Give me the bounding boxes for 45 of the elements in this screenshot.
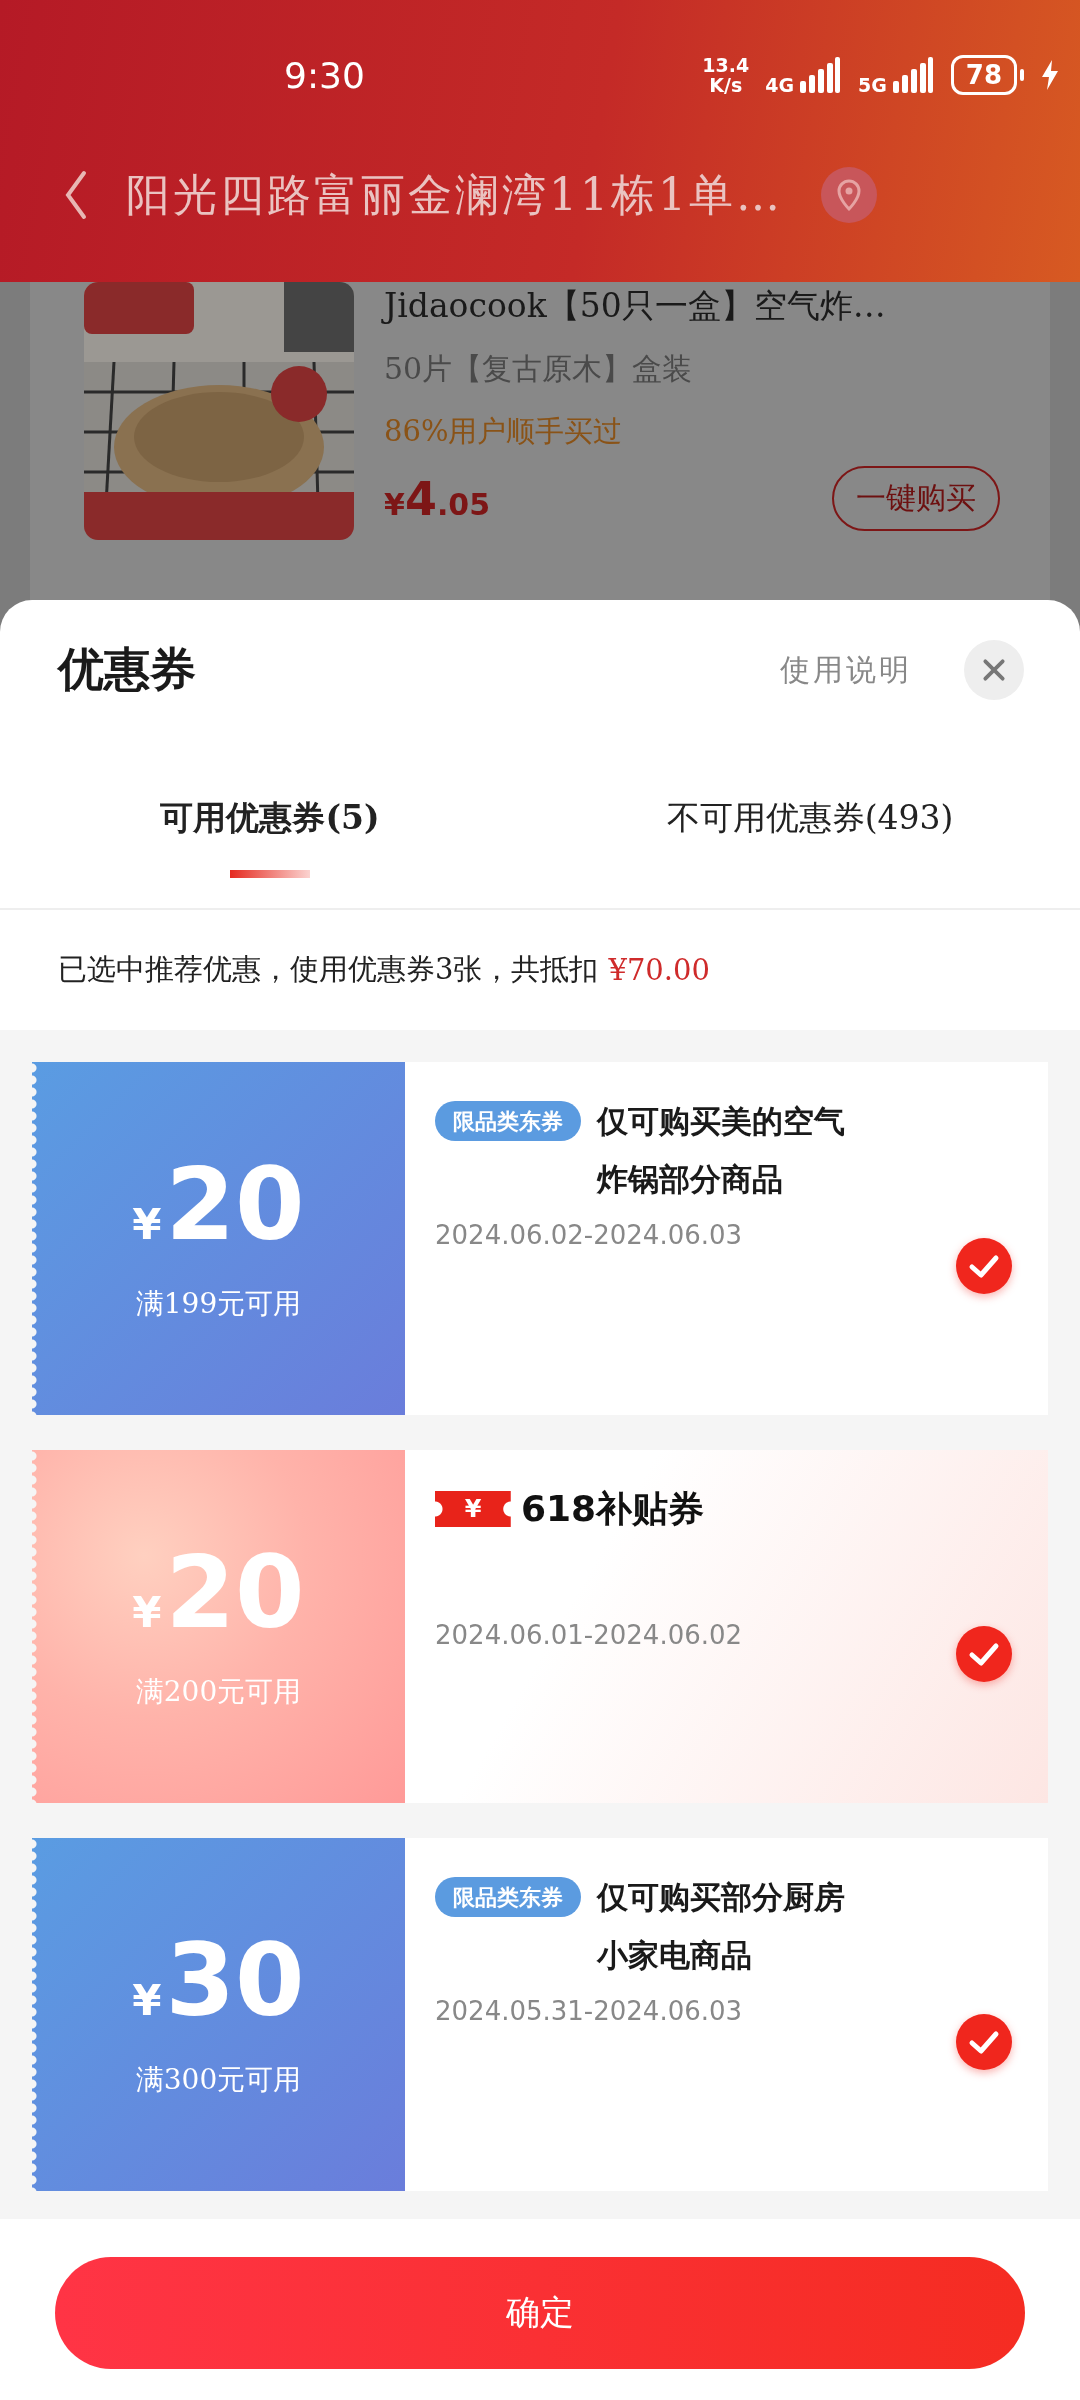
network-speed-unit: K/s	[709, 75, 743, 95]
coupon-card[interactable]: 限品类东券 仅可购买美的空气炸锅部分商品 2024.06.02-2024.06.03	[405, 1062, 1048, 1415]
charging-icon	[1042, 60, 1058, 90]
coupon-validity: 2024.06.01-2024.06.02	[435, 1620, 744, 1650]
confirm-button[interactable]: 确定	[55, 2257, 1025, 2369]
coupon-tag: 限品类东券	[435, 1101, 581, 1141]
coupon-card[interactable]: 限品类东券 仅可购买部分厨房小家电商品 2024.05.31-2024.06.03	[405, 1838, 1048, 2191]
coupon-value: ¥20	[132, 1154, 305, 1255]
status-time: 9:30	[284, 54, 365, 96]
signal-icon	[892, 57, 933, 93]
close-icon	[981, 657, 1007, 683]
battery-indicator: 78	[950, 55, 1017, 95]
signal-icon	[800, 57, 840, 93]
coupon-condition: 满199元可用	[135, 1285, 302, 1322]
product-price: ¥4.05	[384, 471, 491, 526]
delivery-address[interactable]: 阳光四路富丽金澜湾11栋1单…	[126, 165, 783, 225]
checked-icon[interactable]	[956, 1626, 1012, 1682]
coupon-value: ¥30	[132, 1930, 305, 2031]
product-variant: 50片【复古原木】盒装	[384, 350, 694, 388]
coupon-description: 仅可购买部分厨房小家电商品	[597, 1878, 846, 1975]
coupon-card[interactable]: ¥ 618补贴券 2024.06.01-2024.06.02	[405, 1450, 1048, 1803]
coupon-condition: 满300元可用	[135, 2061, 302, 2098]
sheet-title: 优惠券	[58, 641, 196, 698]
network-type: 4G	[765, 74, 794, 96]
coupon-validity: 2024.05.31-2024.06.03	[435, 1996, 744, 2026]
location-pin-icon[interactable]	[821, 167, 877, 223]
coupon-condition: 满200元可用	[135, 1673, 302, 1710]
checked-icon[interactable]	[956, 1238, 1012, 1294]
usage-instructions-link[interactable]: 使用说明	[780, 649, 912, 691]
coupon-tab[interactable]: 可用优惠券(5)	[0, 740, 540, 908]
coupon-validity: 2024.06.02-2024.06.03	[435, 1220, 744, 1250]
coupon-description: 仅可购买美的空气炸锅部分商品	[597, 1102, 846, 1199]
coupon-value: ¥20	[132, 1542, 305, 1643]
back-icon[interactable]	[64, 170, 88, 220]
discount-summary: 已选中推荐优惠，使用优惠券3张，共抵扣	[58, 951, 599, 988]
coupon-tag: 限品类东券	[435, 1877, 581, 1917]
checked-icon[interactable]	[956, 2014, 1012, 2070]
ticket-badge: ¥	[435, 1491, 511, 1527]
coupon-tab[interactable]: 不可用优惠券(493)	[540, 740, 1080, 908]
network-type: 5G	[858, 74, 887, 96]
coupon-type-label: 618补贴券	[521, 1486, 705, 1531]
discount-amount: ¥70.00	[608, 953, 710, 987]
battery-terminal-icon	[1020, 69, 1024, 81]
purchase-rate: 86%用户顺手买过	[384, 413, 624, 450]
network-speed: 13.4	[702, 55, 750, 75]
